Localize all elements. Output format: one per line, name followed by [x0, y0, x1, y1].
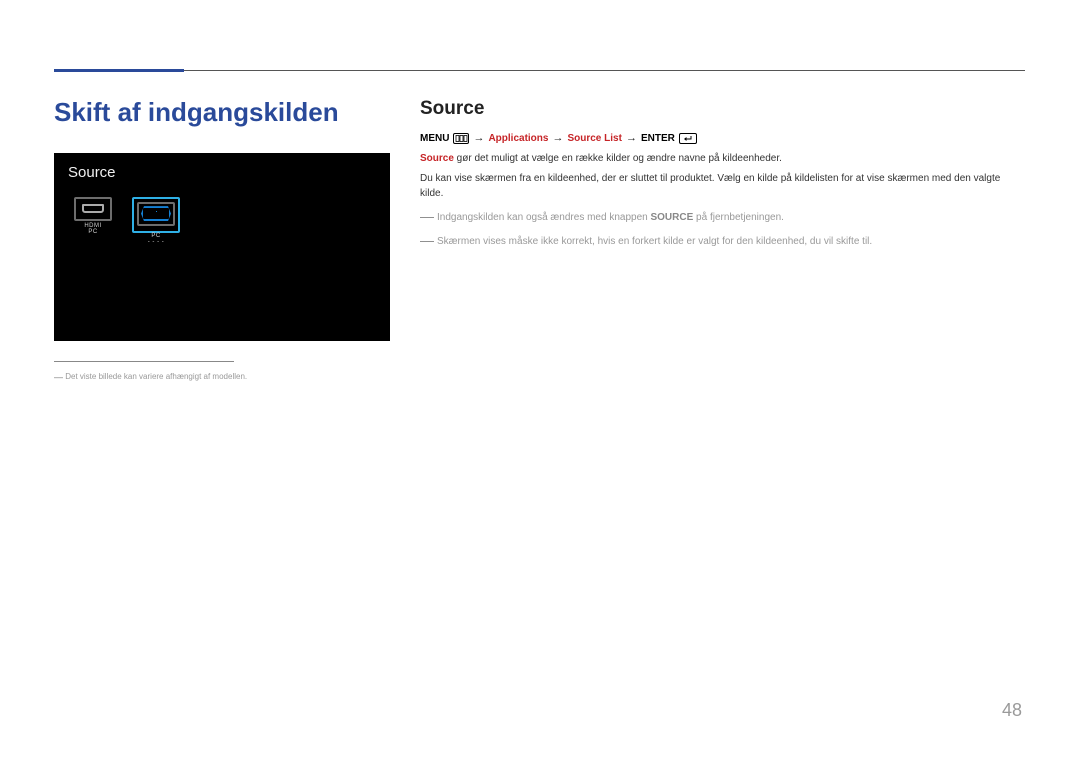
source-item-hdmi: HDMI PC	[74, 197, 112, 235]
menu-path-menu: MENU	[420, 133, 449, 144]
header-accent	[54, 69, 184, 72]
arrow-icon: →	[626, 132, 637, 144]
source-panel-title: Source	[68, 164, 116, 181]
footnote-text-content: Det viste billede kan variere afhængigt …	[65, 372, 247, 381]
page-title: Skift af indgangskilden	[54, 98, 390, 127]
arrow-icon: →	[552, 132, 563, 144]
arrow-icon: →	[473, 132, 484, 144]
source-panel: Source HDMI PC PC - - - -	[54, 153, 390, 341]
vga-icon	[137, 202, 175, 226]
source-item-sublabel: - - - -	[132, 239, 180, 245]
menu-path-applications: Applications	[488, 133, 548, 144]
section-heading: Source	[420, 98, 1022, 120]
page-number: 48	[1002, 700, 1022, 721]
note-1-a: Indgangskilden kan også ændres med knapp…	[437, 212, 650, 223]
menu-path-sourcelist: Source List	[567, 133, 621, 144]
enter-button-icon	[679, 133, 697, 144]
note-2: ―Skærmen vises måske ikke korrekt, hvis …	[420, 230, 1022, 252]
source-item-sublabel: PC	[74, 229, 112, 235]
note-1-c: på fjernbetjeningen.	[693, 212, 784, 223]
menu-button-icon	[453, 133, 469, 144]
note-1-b: SOURCE	[650, 212, 693, 223]
source-item-pc: PC - - - -	[132, 197, 180, 245]
right-column: Source MENU → Applications → Source List…	[420, 98, 1022, 252]
header-rule	[54, 70, 1025, 71]
note-1: ―Indgangskilden kan også ændres med knap…	[420, 206, 1022, 228]
body-paragraph-1: Source gør det muligt at vælge en række …	[420, 151, 1022, 167]
body-paragraph-2: Du kan vise skærmen fra en kildeenhed, d…	[420, 171, 1022, 202]
menu-breadcrumb: MENU → Applications → Source List → ENTE…	[420, 132, 1022, 144]
hdmi-icon	[74, 197, 112, 221]
body-rest: gør det muligt at vælge en række kilder …	[454, 153, 782, 164]
footnote-text: ― Det viste billede kan variere afhængig…	[54, 362, 390, 382]
menu-path-enter: ENTER	[641, 133, 675, 144]
body-lead: Source	[420, 153, 454, 164]
note-2-text: Skærmen vises måske ikke korrekt, hvis e…	[437, 236, 872, 247]
left-column: Skift af indgangskilden Source HDMI PC P…	[54, 98, 390, 382]
